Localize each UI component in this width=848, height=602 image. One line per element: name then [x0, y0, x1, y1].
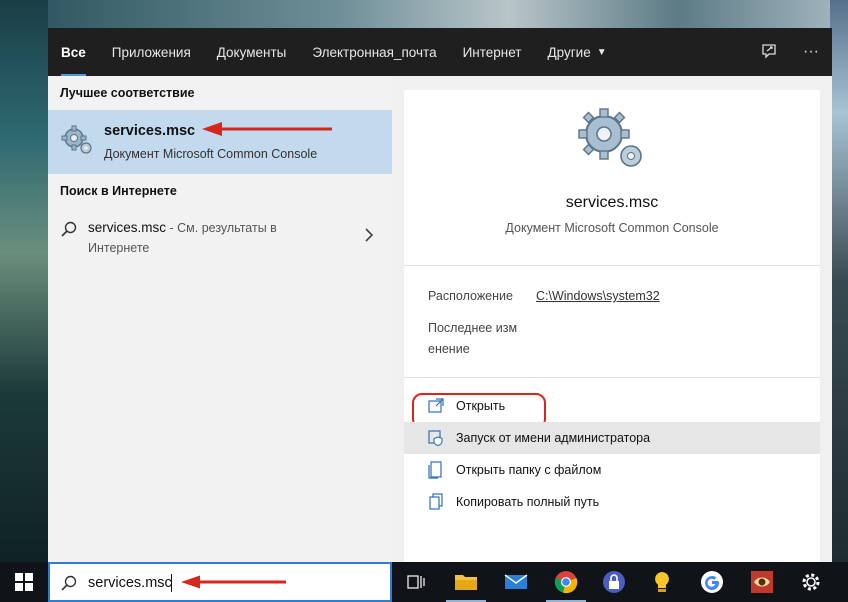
action-run-as-admin-label: Запуск от имени администратора: [456, 431, 651, 445]
keepass-icon[interactable]: [590, 562, 638, 602]
best-match-subtitle: Документ Microsoft Common Console: [104, 147, 318, 161]
search-icon: [61, 221, 77, 237]
shield-icon: [428, 430, 443, 447]
windows-icon: [15, 573, 33, 591]
chrome-icon[interactable]: [542, 562, 590, 602]
tab-other[interactable]: Другие ▼: [534, 28, 619, 76]
action-open-folder-label: Открыть папку с файлом: [456, 463, 602, 477]
divider: [404, 265, 820, 266]
location-link[interactable]: C:\Windows\system32: [536, 289, 660, 303]
results-list: Лучшее соответствие services.msc Докумен…: [48, 76, 392, 562]
annotation-arrow: [181, 575, 286, 589]
tab-all[interactable]: Все: [48, 28, 99, 76]
divider: [404, 377, 820, 378]
action-copy-path[interactable]: Копировать полный путь: [404, 486, 820, 518]
best-match-name: services.msc: [104, 123, 196, 139]
preview-title: services.msc: [565, 194, 659, 211]
modified-label: Последнее изм енение: [428, 321, 518, 356]
task-view-icon[interactable]: [392, 562, 440, 602]
web-result-text: services.msc - См. результаты в Интернет…: [88, 218, 328, 258]
web-search-heading: Поиск в Интернете: [60, 184, 177, 198]
search-icon: [61, 575, 77, 591]
app-icon[interactable]: [738, 562, 786, 602]
settings-icon[interactable]: [786, 562, 836, 602]
search-panel: Все Приложения Документы Электронная_поч…: [48, 28, 832, 562]
best-match-heading: Лучшее соответствие: [60, 86, 195, 100]
web-result-item[interactable]: services.msc - См. результаты в Интернет…: [48, 214, 392, 266]
tab-internet[interactable]: Интернет: [450, 28, 535, 76]
tab-actions: ···: [748, 28, 832, 76]
desktop-background-right: [830, 0, 848, 562]
preview-subtitle: Документ Microsoft Common Console: [505, 221, 719, 235]
action-run-as-admin[interactable]: Запуск от имени администратора: [404, 422, 820, 454]
tab-email[interactable]: Электронная_почта: [299, 28, 449, 76]
action-open-folder[interactable]: Открыть папку с файлом: [404, 454, 820, 486]
file-explorer-icon[interactable]: [442, 562, 490, 602]
gears-icon: [578, 108, 642, 167]
copy-icon: [429, 493, 443, 510]
action-copy-path-label: Копировать полный путь: [456, 495, 600, 509]
google-icon[interactable]: [688, 562, 736, 602]
tips-icon[interactable]: [638, 562, 686, 602]
text-cursor: [171, 574, 172, 592]
gears-icon: [61, 125, 92, 154]
tab-other-label: Другие: [547, 44, 591, 60]
mail-icon[interactable]: [492, 562, 540, 602]
desktop-background-left: [0, 0, 48, 562]
feedback-icon[interactable]: [748, 28, 790, 76]
folder-icon: [428, 461, 442, 479]
start-button[interactable]: [0, 562, 48, 602]
chevron-down-icon: ▼: [596, 46, 607, 58]
preview-pane: services.msc Документ Microsoft Common C…: [404, 90, 820, 562]
annotation-arrow: [202, 122, 332, 136]
search-tabs: Все Приложения Документы Электронная_поч…: [48, 28, 832, 76]
chevron-right-icon[interactable]: [364, 228, 374, 247]
location-label: Расположение: [428, 289, 513, 303]
tab-apps[interactable]: Приложения: [99, 28, 204, 76]
web-result-query: services.msc: [88, 220, 167, 235]
desktop-background-top: [0, 0, 848, 28]
tab-documents[interactable]: Документы: [204, 28, 300, 76]
taskbar: [0, 562, 848, 602]
more-icon[interactable]: ···: [790, 28, 832, 76]
